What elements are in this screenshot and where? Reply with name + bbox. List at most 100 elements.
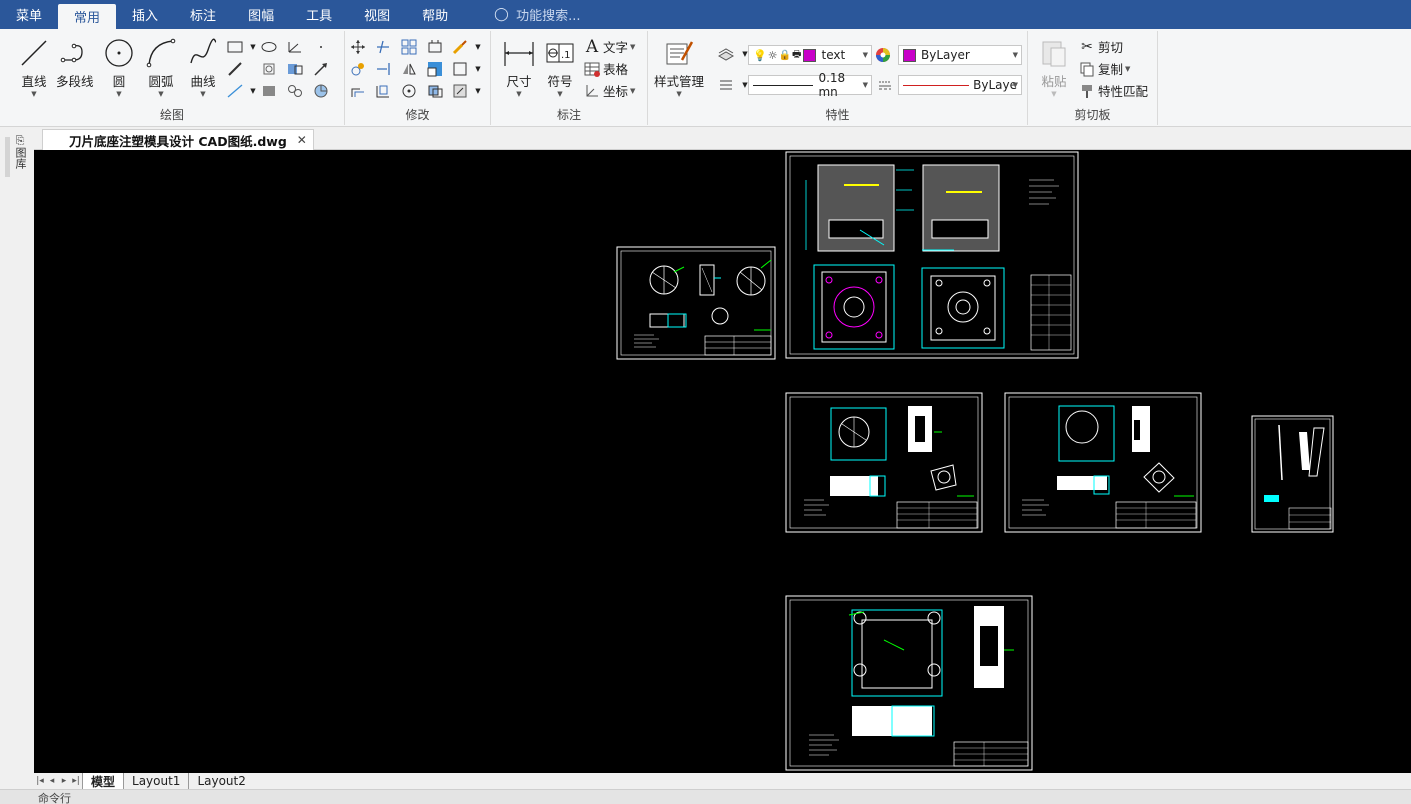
menu-item-insert[interactable]: 插入 xyxy=(116,0,174,29)
menu-item-home[interactable]: 常用 xyxy=(58,4,117,29)
ribbon-group-draw: 直线 ▼ 多段线 圆 ▼ 圆弧 ▼ 曲线 ▼ ▼ ▼ 绘图 xyxy=(0,31,345,125)
annotate-group-label: 标注 xyxy=(556,108,581,122)
menu-item-menu[interactable]: 菜单 xyxy=(0,0,58,29)
text-style-combo[interactable]: 💡 ☼ 🔒 🖶 text ▼ xyxy=(748,45,872,65)
copy-button[interactable]: 复制 ▼ xyxy=(1078,59,1130,78)
wipeout-icon[interactable] xyxy=(312,82,330,100)
paste-button-label: 粘贴 xyxy=(1041,74,1067,89)
menu-item-view[interactable]: 视图 xyxy=(348,0,406,29)
scale-icon[interactable] xyxy=(426,60,444,78)
arc-button-label: 圆弧 xyxy=(148,74,174,89)
lineweight-value: 0.18 mn xyxy=(818,71,846,99)
donut-icon[interactable] xyxy=(286,82,304,100)
ellipse-icon[interactable] xyxy=(260,38,278,56)
text-button[interactable]: A 文字 ▼ xyxy=(583,37,636,57)
dimension-icon xyxy=(503,37,535,69)
brush-icon[interactable] xyxy=(451,38,469,56)
layer-manager-icon[interactable] xyxy=(717,45,735,63)
cut-button[interactable]: ✂ 剪切 xyxy=(1078,37,1123,56)
break-icon[interactable] xyxy=(374,82,392,100)
construction-line-icon[interactable] xyxy=(226,82,244,100)
lightbulb-icon: ◯ xyxy=(494,6,509,22)
previous-page-icon[interactable]: ◂ xyxy=(46,776,58,786)
coordinate-icon xyxy=(583,82,601,100)
cad-drawing xyxy=(616,151,1334,771)
move-icon[interactable] xyxy=(349,38,367,56)
library-tab[interactable]: ⎘ 图库 xyxy=(12,135,28,172)
drawing-sheet[interactable] xyxy=(1004,392,1202,533)
drawing-canvas[interactable] xyxy=(34,150,1411,773)
line-button-label: 直线 xyxy=(21,74,47,89)
style-manager-button[interactable]: 样式管理 ▼ xyxy=(654,37,704,98)
lineweight-icon[interactable] xyxy=(717,76,735,94)
feature-search[interactable]: ◯ 功能搜索... xyxy=(494,5,580,24)
cad-app-window: 菜单 常用 插入 标注 图幅 工具 视图 帮助 ◯ 功能搜索... 直线 ▼ 多… xyxy=(0,0,1411,804)
lineweight-combo[interactable]: 0.18 mn ▼ xyxy=(748,71,872,99)
ribbon-group-modify: ▼ ▼ ▼ 修改 xyxy=(345,31,491,125)
dimension-button[interactable]: 尺寸 ▼ xyxy=(503,37,535,98)
first-page-icon[interactable]: |◂ xyxy=(34,776,46,786)
chevron-down-icon[interactable]: ▼ xyxy=(469,60,487,78)
block-icon[interactable] xyxy=(286,60,304,78)
tab-model[interactable]: 模型 xyxy=(82,773,124,789)
drawing-sheet[interactable] xyxy=(1251,415,1334,533)
cut-button-label: 剪切 xyxy=(1098,40,1124,55)
array-icon[interactable] xyxy=(400,38,418,56)
tab-layout2[interactable]: Layout2 xyxy=(188,773,253,789)
dimension-button-label: 尺寸 xyxy=(506,74,532,89)
command-line[interactable]: 命令行 xyxy=(0,789,1411,804)
paste-button[interactable]: 粘贴 ▼ xyxy=(1038,37,1070,98)
drawing-sheet[interactable] xyxy=(785,151,1079,359)
chevron-down-icon[interactable]: ▼ xyxy=(469,38,487,56)
menu-item-annotate[interactable]: 标注 xyxy=(174,0,232,29)
hatch-icon[interactable] xyxy=(260,82,278,100)
edit-icon[interactable] xyxy=(451,82,469,100)
brush-icon xyxy=(1078,82,1096,100)
offset-icon[interactable] xyxy=(349,82,367,100)
boundary-icon[interactable] xyxy=(451,60,469,78)
menu-item-sheet[interactable]: 图幅 xyxy=(232,0,290,29)
menu-item-tools[interactable]: 工具 xyxy=(290,0,348,29)
symbol-icon: .1 xyxy=(544,37,576,69)
point-icon[interactable] xyxy=(312,38,330,56)
close-icon[interactable]: ✕ xyxy=(297,133,307,147)
properties-group-label: 特性 xyxy=(825,108,850,122)
stretch-icon[interactable] xyxy=(426,38,444,56)
chevron-down-icon[interactable]: ▼ xyxy=(469,82,487,100)
drawing-sheet[interactable] xyxy=(785,595,1033,771)
drawing-sheet[interactable] xyxy=(785,392,983,533)
circle-button[interactable]: 圆 ▼ xyxy=(103,37,135,98)
linetype-combo[interactable]: ByLaye ▼ xyxy=(898,75,1022,95)
rectangle-icon[interactable] xyxy=(226,38,244,56)
arrow-icon[interactable] xyxy=(312,60,330,78)
angle-icon[interactable] xyxy=(286,38,304,56)
line-button[interactable]: 直线 ▼ xyxy=(18,37,50,98)
table-button[interactable]: 表格 xyxy=(583,59,628,78)
polyline-button[interactable]: 多段线 xyxy=(56,37,94,90)
drawing-sheet[interactable] xyxy=(616,246,776,360)
sun-icon: ☼ xyxy=(767,48,778,62)
mirror-icon[interactable] xyxy=(400,60,418,78)
document-tab[interactable]: 刀片底座注塑模具设计 CAD图纸.dwg ✕ xyxy=(42,129,314,150)
linetype-icon[interactable] xyxy=(876,76,894,94)
color-wheel-icon[interactable] xyxy=(874,46,892,64)
last-page-icon[interactable]: ▸| xyxy=(70,776,82,786)
lock-icon: 🔒 xyxy=(778,49,792,61)
color-combo[interactable]: ByLayer ▼ xyxy=(898,45,1022,65)
rotate-icon[interactable] xyxy=(400,82,418,100)
symbol-button[interactable]: .1 符号 ▼ xyxy=(544,37,576,98)
chevron-down-icon: ▼ xyxy=(1051,90,1057,98)
copy-object-icon[interactable] xyxy=(349,60,367,78)
trim-icon[interactable] xyxy=(374,38,392,56)
region-icon[interactable] xyxy=(260,60,278,78)
pencil-icon[interactable] xyxy=(226,60,244,78)
curve-button[interactable]: 曲线 ▼ xyxy=(187,37,219,98)
next-page-icon[interactable]: ▸ xyxy=(58,776,70,786)
menu-item-help[interactable]: 帮助 xyxy=(406,0,464,29)
extend-icon[interactable] xyxy=(374,60,392,78)
tab-layout1[interactable]: Layout1 xyxy=(123,773,188,789)
match-properties-button[interactable]: 特性匹配 xyxy=(1078,81,1148,100)
arc-button[interactable]: 圆弧 ▼ xyxy=(145,37,177,98)
coordinate-button[interactable]: 坐标 ▼ xyxy=(583,81,635,100)
explode-icon[interactable] xyxy=(426,82,444,100)
